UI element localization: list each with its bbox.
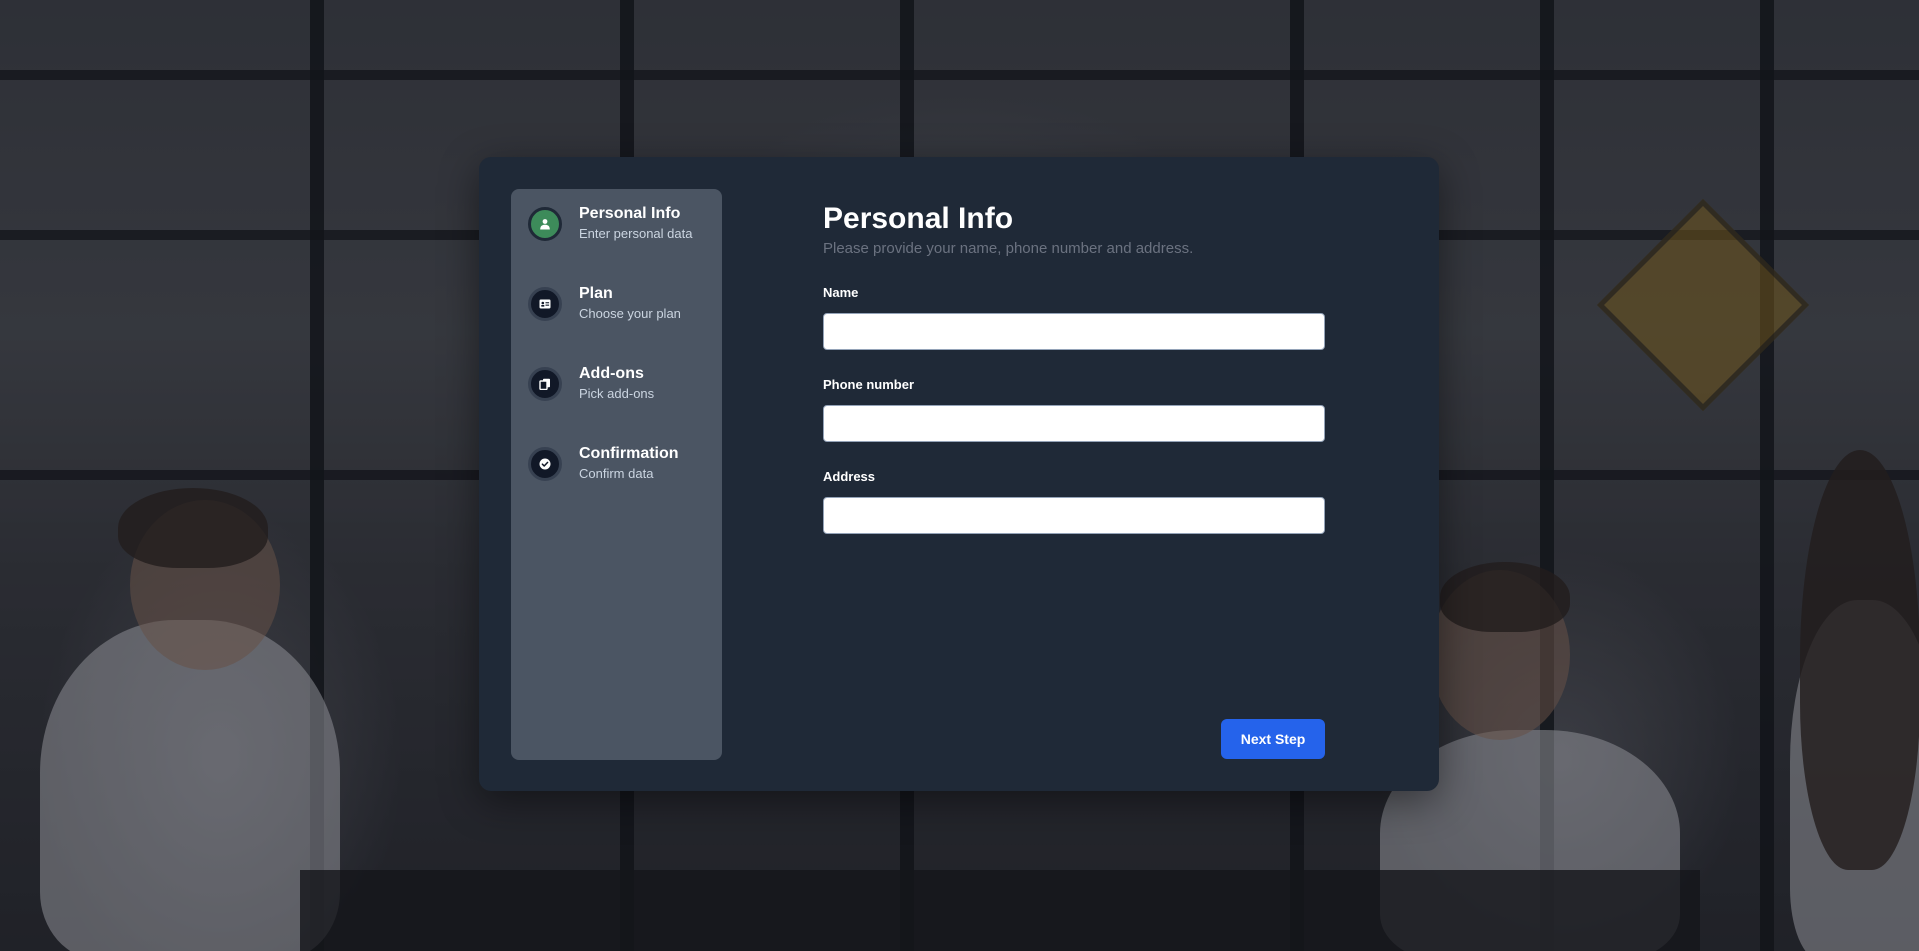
phone-number-label: Phone number xyxy=(823,377,915,392)
user-icon xyxy=(540,219,550,230)
step-title: Personal Info xyxy=(579,205,681,222)
step-subtitle: Confirm data xyxy=(579,466,654,481)
name-label: Name xyxy=(823,285,859,300)
step-confirmation[interactable]: Confirmation Confirm data xyxy=(528,444,718,496)
name-input[interactable] xyxy=(823,313,1325,350)
step-subtitle: Choose your plan xyxy=(579,306,681,321)
phone-number-input[interactable] xyxy=(823,405,1325,442)
step-personal-info[interactable]: Personal Info Enter personal data xyxy=(528,204,718,256)
next-step-button[interactable]: Next Step xyxy=(1221,719,1325,759)
personal-info-form: Personal Info Please provide your name, … xyxy=(823,157,1325,791)
page-title: Personal Info xyxy=(823,202,1014,235)
step-1-indicator xyxy=(528,207,562,241)
wizard-card: Personal Info Enter personal data Plan C… xyxy=(479,157,1439,791)
step-add-ons[interactable]: Add-ons Pick add-ons xyxy=(528,364,718,416)
step-title: Plan xyxy=(579,285,613,302)
id-card-icon xyxy=(539,299,551,309)
page-description: Please provide your name, phone number a… xyxy=(823,240,1194,257)
step-plan[interactable]: Plan Choose your plan xyxy=(528,284,718,336)
step-2-indicator xyxy=(528,287,562,321)
step-subtitle: Pick add-ons xyxy=(579,386,655,401)
check-circle-icon xyxy=(539,458,551,470)
step-title: Add-ons xyxy=(579,365,644,382)
step-3-indicator xyxy=(528,367,562,401)
step-4-indicator xyxy=(528,447,562,481)
steps-sidebar: Personal Info Enter personal data Plan C… xyxy=(511,189,722,760)
step-title: Confirmation xyxy=(579,445,679,462)
copy-icon xyxy=(539,378,550,390)
address-label: Address xyxy=(823,469,876,484)
step-subtitle: Enter personal data xyxy=(579,226,693,241)
address-input[interactable] xyxy=(823,497,1325,534)
